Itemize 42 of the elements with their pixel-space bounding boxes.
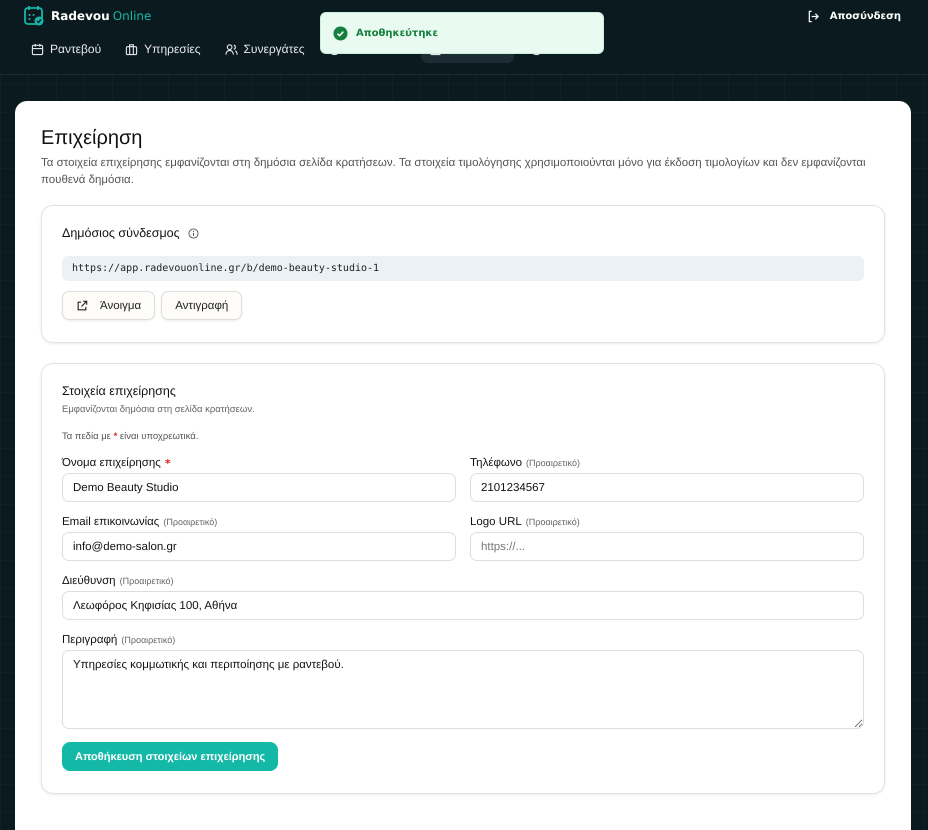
section-title: Στοιχεία επιχείρησης bbox=[62, 384, 177, 398]
check-circle-icon bbox=[333, 26, 348, 40]
optional-hint: (Προαιρετικό) bbox=[120, 576, 174, 586]
calendar-check-icon bbox=[23, 5, 45, 27]
input-field[interactable]: Λεωφόρος Κηφισίας 100, Αθήνα bbox=[62, 591, 864, 620]
logout-button[interactable]: Αποσύνδεση bbox=[806, 10, 901, 22]
page-description: Τα στοιχεία επιχείρησης εμφανίζονται στη δημόσια σελίδα κρατήσεων. Τα στοιχεία τιμολόγησης χρησιμοποιούνται μόνο για έκδοση τιμολογίων και δεν εμφανίζονται πουθενά δημόσια. bbox=[41, 156, 867, 188]
field-label: Τηλέφωνο bbox=[470, 457, 522, 469]
nav-tab[interactable]: Υπηρεσίες bbox=[117, 35, 209, 63]
public-url: https://app.radevouonline.gr/b/demo-beauty-studio-1 bbox=[62, 256, 864, 281]
section-subtitle: Εμφανίζονται δημόσια στη σελίδα κρατήσεων. bbox=[62, 404, 256, 415]
input-field[interactable]: info@demo-salon.gr bbox=[62, 532, 456, 561]
input-field[interactable]: 2101234567 bbox=[470, 473, 864, 502]
optional-hint: (Προαιρετικό) bbox=[121, 635, 176, 645]
logout-icon bbox=[806, 10, 820, 22]
field-label: Περιγραφή bbox=[62, 634, 118, 646]
briefcase-icon bbox=[125, 42, 138, 56]
external-link-icon bbox=[76, 300, 88, 312]
field-label: Email επικοινωνίας bbox=[62, 516, 160, 528]
toast-message: Αποθηκεύτηκε bbox=[356, 28, 438, 38]
info-icon bbox=[188, 228, 199, 238]
field-label: Διεύθυνση bbox=[62, 575, 116, 587]
optional-hint: (Προαιρετικό) bbox=[526, 458, 580, 468]
section-title: Δημόσιος σύνδεσμος bbox=[62, 226, 180, 240]
open-button[interactable]: Άνοιγμα bbox=[62, 291, 156, 320]
input-field[interactable]: https://... bbox=[470, 532, 864, 561]
users-icon bbox=[224, 42, 238, 56]
brand-name: Radevou bbox=[51, 9, 110, 23]
required-mark: * bbox=[164, 458, 171, 468]
brand-suffix: Online bbox=[112, 9, 152, 23]
copy-button[interactable]: Αντιγραφή bbox=[161, 291, 242, 320]
nav-tab[interactable]: Συνεργάτες bbox=[216, 35, 312, 63]
field-label: Όνομα επιχείρησης bbox=[62, 457, 161, 469]
input-field[interactable]: Demo Beauty Studio bbox=[62, 473, 456, 502]
page-title: Επιχείρηση bbox=[41, 126, 144, 151]
optional-hint: (Προαιρετικό) bbox=[163, 517, 218, 527]
field-label: Logo URL bbox=[470, 516, 522, 528]
optional-hint: (Προαιρετικό) bbox=[526, 517, 580, 527]
required-note: Τα πεδία με * είναι υποχρεωτικά. bbox=[62, 431, 200, 442]
nav-tab[interactable]: Ραντεβού bbox=[23, 35, 110, 63]
calendar-icon bbox=[31, 42, 44, 56]
description-field[interactable]: Υπηρεσίες κομμωτικής και περιποίησης με ραντεβού. bbox=[62, 650, 864, 729]
